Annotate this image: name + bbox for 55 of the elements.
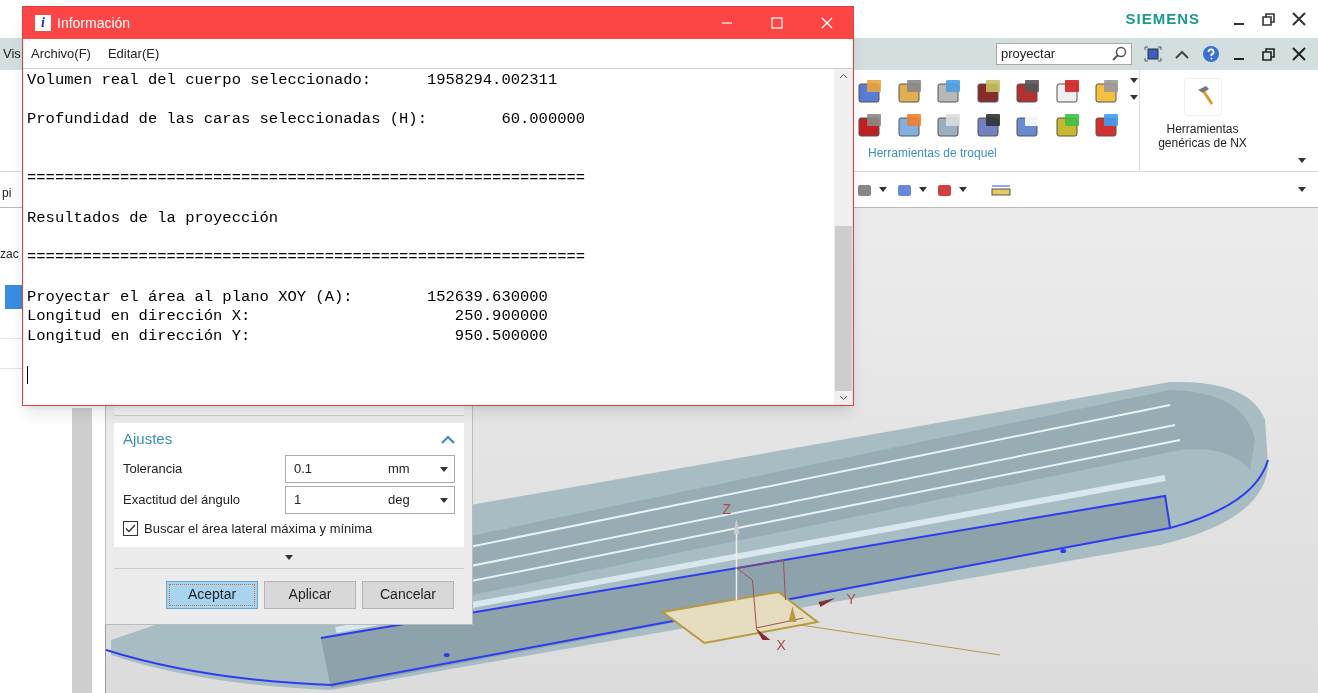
window-title: Información [57, 13, 132, 33]
checkbox[interactable] [123, 521, 138, 537]
list-item[interactable]: pi [0, 184, 12, 202]
caret-icon [879, 187, 887, 192]
output-line: Volumen real del cuerpo seleccionado: 1958294.002311 [27, 71, 558, 91]
dialog-button[interactable]: Aplicar [264, 580, 356, 609]
scrollbar-thumb[interactable] [835, 226, 852, 391]
scrollbar[interactable] [72, 408, 92, 693]
search-field[interactable]: proyectar [996, 43, 1132, 65]
checkbox-label: Buscar el área lateral máxima y mínima [144, 520, 373, 538]
restore-icon[interactable] [1262, 12, 1276, 26]
input-field[interactable]: 0.1 mm [285, 455, 455, 483]
chevron-up-icon[interactable] [1174, 48, 1190, 60]
text-cursor [27, 366, 28, 385]
caret-icon [919, 187, 927, 192]
section-title[interactable]: Ajustes [123, 427, 173, 451]
caret-icon [1129, 78, 1138, 83]
close-icon[interactable] [1292, 47, 1306, 61]
caret-icon [1298, 158, 1306, 163]
scroll-up-icon[interactable] [839, 73, 848, 79]
output-line: Profundidad de las caras seleccionadas (H): 60.000000 [27, 110, 586, 131]
maximize-icon[interactable] [771, 17, 783, 29]
axis-label: Z [722, 501, 732, 517]
chevron-up-icon[interactable] [441, 434, 455, 444]
group-label: Herramientas de troquel [867, 145, 998, 162]
fullscreen-icon[interactable] [1144, 46, 1162, 62]
brand-logo: SIEMENS [1125, 8, 1200, 29]
axis-label: Y [846, 591, 856, 607]
restore-icon[interactable] [1262, 47, 1276, 61]
field-label: Exactitud del ángulo [123, 491, 241, 510]
caret-icon [285, 554, 293, 560]
list-item[interactable]: zac [0, 245, 19, 263]
menu-item[interactable]: Editar(E) [107, 43, 160, 64]
scrollbar[interactable] [834, 69, 853, 405]
tool-label[interactable]: Herramientas genéricas de NX [1148, 122, 1257, 150]
dialog-button[interactable]: Aceptar [166, 580, 258, 609]
menu-item[interactable]: Vis [0, 44, 21, 64]
scroll-down-icon[interactable] [839, 395, 848, 401]
menu-item[interactable]: Archivo(F) [31, 43, 91, 64]
input-field[interactable]: 1 deg [285, 486, 455, 514]
field-label: Tolerancia [123, 460, 183, 479]
caret-icon [440, 497, 448, 503]
hammer-icon[interactable] [1183, 78, 1222, 116]
caret-icon [440, 466, 448, 472]
caret-icon [1298, 187, 1306, 192]
output-line: ============================================================ [27, 169, 586, 190]
axis-label: X [776, 637, 786, 653]
help-icon[interactable] [1202, 45, 1220, 63]
caret-icon [1129, 95, 1138, 100]
close-icon[interactable] [1292, 12, 1306, 26]
caret-icon [959, 187, 967, 192]
search-icon[interactable] [1111, 46, 1127, 62]
ruler-icon[interactable] [991, 182, 1011, 197]
dialog-button[interactable]: Cancelar [362, 580, 454, 609]
info-icon: i [35, 15, 51, 31]
